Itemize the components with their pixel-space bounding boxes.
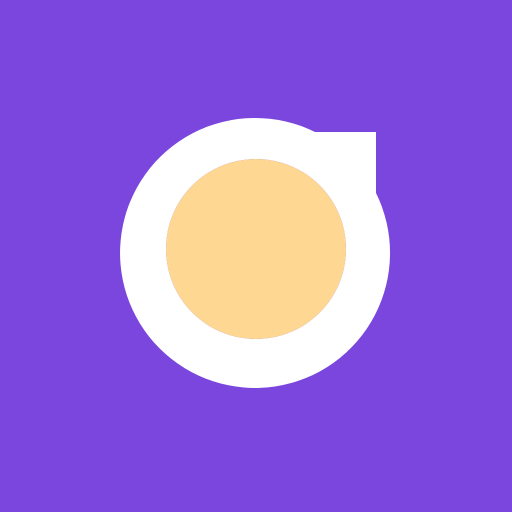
logo-core-circle	[166, 159, 346, 339]
app-logo-icon	[0, 0, 512, 512]
app-icon-canvas	[0, 0, 512, 512]
